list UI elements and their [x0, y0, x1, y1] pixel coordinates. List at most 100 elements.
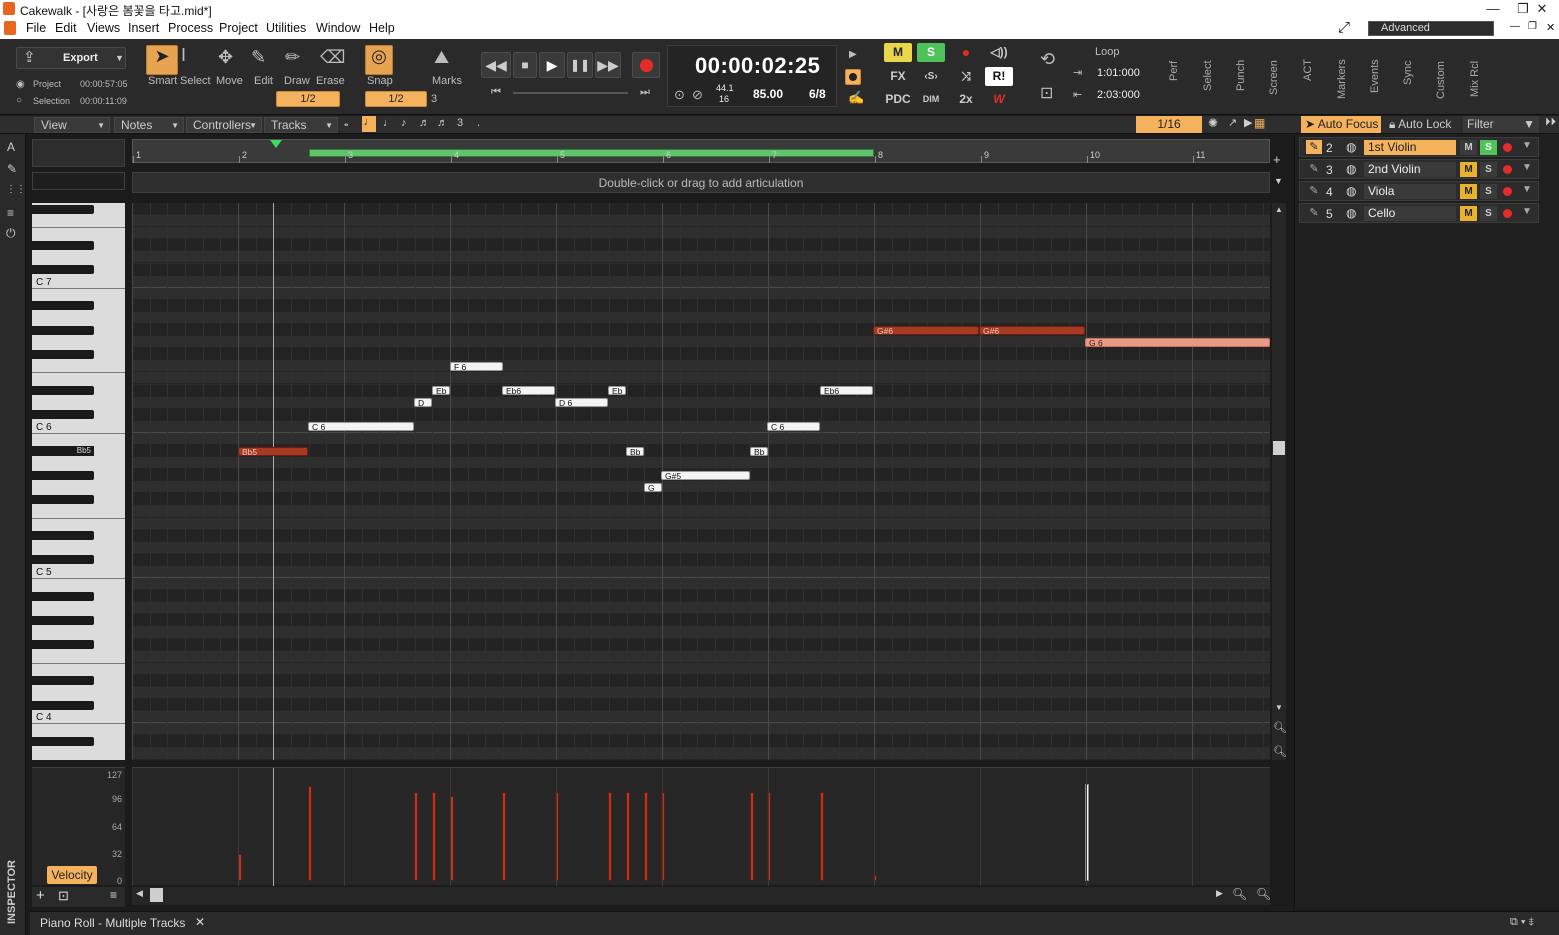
- mute-all-button[interactable]: M: [884, 43, 912, 62]
- filter-icon[interactable]: ▼: [1522, 162, 1532, 173]
- midi-note[interactable]: Bb5: [238, 446, 308, 456]
- scroll-up-icon[interactable]: ▲: [1275, 205, 1283, 214]
- time-ruler[interactable]: 1 2 3 4 5 6 7 8 9 10 11: [132, 139, 1270, 163]
- midi-note[interactable]: Bb: [750, 446, 768, 456]
- midi-note[interactable]: Bb: [626, 446, 644, 456]
- input-echo-icon[interactable]: ◁)): [985, 43, 1013, 62]
- fit-icon[interactable]: ⊡: [58, 888, 69, 904]
- doc-close-icon[interactable]: ✕: [1546, 21, 1555, 34]
- black-key[interactable]: [32, 736, 94, 746]
- pen-icon[interactable]: ✎: [1306, 206, 1322, 220]
- pdc-button[interactable]: PDC: [884, 90, 912, 109]
- thirty-second-note-icon[interactable]: ♬: [437, 117, 448, 129]
- articulation-icon[interactable]: A: [7, 140, 15, 154]
- track-name[interactable]: 2nd Violin: [1364, 162, 1456, 177]
- settings-icon[interactable]: ✺: [1208, 116, 1218, 130]
- filter-icon[interactable]: ▼: [1522, 206, 1532, 217]
- pen-icon[interactable]: ✎: [1306, 140, 1322, 154]
- menu-project[interactable]: Project: [219, 21, 258, 35]
- black-key[interactable]: [32, 531, 94, 541]
- filter-icon[interactable]: ▼: [1522, 140, 1532, 151]
- loop-icon[interactable]: ⟲: [1040, 49, 1055, 70]
- add-lane-icon[interactable]: +: [36, 887, 45, 904]
- auto-focus-button[interactable]: ➤ Auto Focus: [1301, 116, 1381, 133]
- midi-note[interactable]: Eb6: [820, 386, 873, 395]
- notes-menu[interactable]: Notes ▼: [114, 117, 184, 133]
- midi-note[interactable]: Eb: [432, 386, 450, 395]
- black-key[interactable]: [32, 700, 94, 710]
- module-perf[interactable]: Perf: [1168, 61, 1180, 81]
- black-key[interactable]: [32, 325, 94, 335]
- track-row[interactable]: ✎ 2 ◍ 1st Violin M S ▼: [1299, 137, 1539, 157]
- two-x-button[interactable]: 2x: [952, 90, 980, 109]
- midi-note[interactable]: G: [644, 482, 662, 492]
- velocity-bar[interactable]: [414, 792, 418, 881]
- menu-window[interactable]: Window: [316, 21, 360, 35]
- snap-resolution-select[interactable]: 1/2: [365, 91, 427, 107]
- midi-note[interactable]: G#5: [661, 470, 750, 480]
- black-key[interactable]: [32, 494, 94, 504]
- filter-icon[interactable]: ▼: [1522, 184, 1532, 195]
- list-icon[interactable]: ≡: [7, 206, 14, 220]
- black-key[interactable]: [32, 615, 94, 625]
- grid-icon[interactable]: ▦: [1254, 116, 1265, 130]
- track-mute-button[interactable]: M: [1460, 206, 1477, 221]
- inspector-label[interactable]: INSPECTOR: [6, 860, 18, 924]
- loop-region[interactable]: [309, 149, 874, 157]
- menu-views[interactable]: Views: [87, 21, 120, 35]
- pause-button[interactable]: ❚❚: [567, 52, 593, 78]
- velocity-lane-button[interactable]: Velocity: [47, 866, 97, 884]
- velocity-bar[interactable]: [644, 792, 648, 881]
- velocity-bar[interactable]: [502, 792, 506, 881]
- export-module[interactable]: ⇪ Export ▼: [16, 47, 126, 69]
- midi-note[interactable]: G#6: [979, 325, 1085, 335]
- tempo[interactable]: 85.00: [753, 87, 783, 101]
- menu-file[interactable]: File: [26, 21, 46, 35]
- zoom-in-icon[interactable]: 🔍︎: [1256, 887, 1271, 901]
- fast-forward-button[interactable]: ▶▶: [595, 52, 621, 78]
- midi-note[interactable]: Eb: [608, 386, 626, 395]
- track-row[interactable]: ✎ 4 ◍ Viola M S ▼: [1299, 181, 1539, 201]
- black-key[interactable]: [32, 301, 94, 311]
- collapse-icon[interactable]: ▼: [1274, 176, 1283, 186]
- scroll-thumb[interactable]: [1273, 441, 1285, 455]
- smart-tool-button[interactable]: ➤: [146, 45, 178, 75]
- workspace-select[interactable]: Advanced: [1368, 21, 1494, 36]
- velocity-bar[interactable]: [608, 792, 612, 881]
- link-icon[interactable]: ‹S›: [917, 67, 945, 86]
- dim-button[interactable]: DIM: [917, 90, 945, 109]
- scroll-thumb[interactable]: [150, 888, 163, 902]
- black-key[interactable]: [32, 265, 94, 274]
- module-events[interactable]: Events: [1369, 59, 1381, 93]
- whole-note-icon[interactable]: 𝅝: [344, 117, 348, 130]
- module-markers[interactable]: Markers: [1336, 59, 1348, 99]
- view-menu[interactable]: View ▼: [34, 117, 110, 133]
- midi-note[interactable]: G 6: [1085, 337, 1270, 347]
- loop-start[interactable]: 1:01:000: [1097, 67, 1140, 79]
- play-small-icon[interactable]: ▶: [1244, 116, 1252, 129]
- track-mute-button[interactable]: M: [1460, 162, 1477, 177]
- piano-keyboard[interactable]: C 7 C 6 C 5 C 4 Bb5: [32, 203, 125, 760]
- edit-tool-icon[interactable]: ✎: [251, 47, 266, 68]
- track-mute-button[interactable]: M: [1460, 140, 1477, 155]
- menu-edit[interactable]: Edit: [55, 21, 77, 35]
- meter[interactable]: 6/8: [809, 87, 826, 101]
- radio-icon[interactable]: ○: [16, 95, 22, 106]
- controllers-menu[interactable]: Controllers ▼: [186, 117, 262, 133]
- close-button[interactable]: ✕: [1527, 0, 1557, 18]
- arrow-icon[interactable]: ↗: [1228, 116, 1237, 129]
- dotted-button[interactable]: .: [477, 117, 480, 129]
- punch-icon[interactable]: ⊡: [1040, 83, 1053, 103]
- module-custom[interactable]: Custom: [1435, 61, 1447, 99]
- tracks-menu[interactable]: Tracks ▼: [264, 117, 338, 133]
- record-mode-button[interactable]: [845, 69, 861, 85]
- black-key[interactable]: [32, 204, 94, 214]
- black-key[interactable]: [32, 240, 94, 250]
- midi-note[interactable]: C 6: [308, 422, 414, 432]
- articulation-lane[interactable]: Double-click or drag to add articulation: [132, 172, 1270, 193]
- fx-button[interactable]: FX: [884, 67, 912, 86]
- velocity-lane[interactable]: [132, 767, 1299, 886]
- draw-tool-icon[interactable]: ✏: [285, 47, 300, 68]
- track-name[interactable]: Viola: [1364, 184, 1456, 199]
- triplet-button[interactable]: 3: [457, 117, 463, 129]
